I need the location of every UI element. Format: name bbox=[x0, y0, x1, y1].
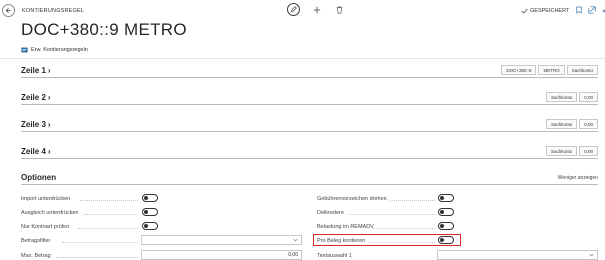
summary-chip: 0,00 bbox=[579, 92, 598, 102]
options-title: Optionen bbox=[21, 173, 57, 182]
import-unterdruecken-toggle[interactable] bbox=[142, 194, 158, 202]
chevron-right-icon: › bbox=[47, 147, 51, 156]
field-label: Import unterdrücken bbox=[21, 195, 71, 202]
delete-button[interactable] bbox=[334, 4, 344, 16]
leader-dots bbox=[62, 242, 138, 243]
field-nur-kontoart-pruefen: Nur Kontoart prüfen bbox=[21, 221, 161, 232]
chevron-right-icon: › bbox=[47, 120, 51, 129]
field-label: Ausgleich unterdrücken bbox=[21, 209, 79, 216]
field-gebuehrenvorzeichen-drehen: Gebührenvorzeichen drehen bbox=[317, 193, 437, 204]
new-button[interactable] bbox=[312, 4, 322, 16]
header-divider bbox=[0, 58, 605, 59]
show-less-link[interactable]: Weniger anzeigen bbox=[558, 175, 598, 181]
leader-dots bbox=[348, 214, 435, 215]
section-divider bbox=[21, 131, 598, 132]
summary-chip: Sachkonto bbox=[545, 92, 578, 102]
field-label: Nur Kontoart prüfen bbox=[21, 223, 70, 230]
section-title: Zeile 2 bbox=[21, 93, 46, 102]
bookmark-button[interactable] bbox=[576, 6, 582, 16]
back-button[interactable] bbox=[2, 4, 15, 17]
textauswahl-1-select[interactable] bbox=[437, 250, 598, 260]
field-import-unterdruecken: Import unterdrücken bbox=[21, 193, 161, 204]
section-summary: Sachkonto 0,00 bbox=[545, 146, 598, 156]
field-max-betrag: Max. Betrag bbox=[21, 250, 141, 260]
delkredere-toggle[interactable] bbox=[438, 208, 454, 216]
section-title: Zeile 4 bbox=[21, 147, 46, 156]
leader-dots bbox=[390, 200, 435, 201]
chevron-right-icon: › bbox=[47, 66, 51, 75]
max-betrag-value: 0,00 bbox=[288, 252, 298, 258]
section-toggle[interactable]: Zeile 4 › bbox=[21, 147, 51, 156]
betragsfilter-select[interactable] bbox=[141, 235, 302, 245]
section-toggle[interactable]: Zeile 1 › bbox=[21, 66, 51, 75]
section-zeile-2: Zeile 2 › Sachkonto 0,00 bbox=[21, 92, 598, 105]
section-zeile-1: Zeile 1 › DOC+380::9 METRO Sachkonto bbox=[21, 65, 598, 78]
action-bar: Erw. Kontierungsregeln bbox=[21, 47, 88, 53]
field-textauswahl-1: Textauswahl 1 bbox=[317, 250, 437, 260]
summary-chip: Sachkonto bbox=[545, 146, 578, 156]
section-divider bbox=[21, 158, 598, 159]
field-delkredere: Delkredere bbox=[317, 207, 437, 218]
field-betragsfilter: Betragsfilter bbox=[21, 235, 141, 246]
section-zeile-4: Zeile 4 › Sachkonto 0,00 bbox=[21, 146, 598, 159]
field-label: Textauswahl 1 bbox=[317, 252, 352, 259]
section-zeile-3: Zeile 3 › Sachkonto 0,00 bbox=[21, 119, 598, 132]
header-actions bbox=[287, 3, 344, 16]
leader-dots bbox=[373, 228, 435, 229]
saved-label: GESPEICHERT bbox=[530, 8, 570, 14]
bookmark-icon bbox=[576, 6, 582, 14]
nur-kontoart-pruefen-toggle[interactable] bbox=[142, 222, 158, 230]
summary-chip: Sachkonto bbox=[545, 119, 578, 129]
leader-dots bbox=[80, 200, 138, 201]
summary-chip: METRO bbox=[538, 65, 565, 75]
section-summary: Sachkonto 0,00 bbox=[545, 119, 598, 129]
page-caption: KONTIERUNGSREGEL bbox=[22, 8, 85, 14]
belastung-im-remadv-toggle[interactable] bbox=[438, 222, 454, 230]
edit-button[interactable] bbox=[287, 3, 300, 16]
summary-chip: DOC+380::9 bbox=[501, 65, 537, 75]
section-summary: DOC+380::9 METRO Sachkonto bbox=[501, 65, 598, 75]
field-label: Betragsfilter bbox=[21, 237, 51, 244]
chevron-right-icon: › bbox=[47, 93, 51, 102]
summary-chip: 0,00 bbox=[579, 146, 598, 156]
summary-chip: 0,00 bbox=[579, 119, 598, 129]
trash-icon bbox=[336, 6, 342, 13]
plus-icon bbox=[313, 6, 321, 13]
pencil-icon bbox=[290, 6, 297, 13]
ausgleich-unterdruecken-toggle[interactable] bbox=[142, 208, 158, 216]
gebuehrenvorzeichen-drehen-toggle[interactable] bbox=[438, 194, 454, 202]
section-title: Zeile 3 bbox=[21, 120, 46, 129]
arrow-left-icon bbox=[5, 8, 11, 13]
chevron-down-icon bbox=[293, 238, 298, 242]
page-title: DOC+380::9 METRO bbox=[21, 20, 187, 39]
highlight-box bbox=[313, 234, 461, 246]
section-summary: Sachkonto 0,00 bbox=[545, 92, 598, 102]
max-betrag-input[interactable]: 0,00 bbox=[141, 250, 302, 260]
open-new-window-button[interactable] bbox=[588, 6, 596, 16]
field-label: Gebührenvorzeichen drehen bbox=[317, 195, 387, 202]
window-controls bbox=[576, 6, 605, 16]
section-divider bbox=[21, 184, 598, 185]
leader-dots bbox=[56, 257, 138, 258]
open-new-window-icon bbox=[588, 6, 596, 14]
options-section: Optionen Weniger anzeigen bbox=[21, 173, 598, 185]
section-title: Zeile 1 bbox=[21, 66, 46, 75]
section-toggle[interactable]: Zeile 3 › bbox=[21, 120, 51, 129]
chevron-down-icon bbox=[589, 253, 594, 257]
leader-dots bbox=[78, 228, 138, 229]
field-label: Delkredere bbox=[317, 209, 344, 216]
leader-dots bbox=[84, 214, 138, 215]
field-label: Belastung im REMADV bbox=[317, 223, 374, 230]
field-label: Max. Betrag bbox=[21, 252, 51, 259]
field-ausgleich-unterdruecken: Ausgleich unterdrücken bbox=[21, 207, 161, 218]
section-toggle[interactable]: Zeile 2 › bbox=[21, 93, 51, 102]
summary-chip: Sachkonto bbox=[566, 65, 598, 75]
section-divider bbox=[21, 77, 598, 78]
rules-icon bbox=[21, 47, 28, 53]
extended-rules-action[interactable]: Erw. Kontierungsregeln bbox=[31, 47, 88, 53]
saved-status: GESPEICHERT bbox=[521, 8, 569, 14]
field-belastung-im-remadv: Belastung im REMADV bbox=[317, 221, 437, 232]
check-icon bbox=[521, 8, 528, 14]
section-divider bbox=[21, 104, 598, 105]
